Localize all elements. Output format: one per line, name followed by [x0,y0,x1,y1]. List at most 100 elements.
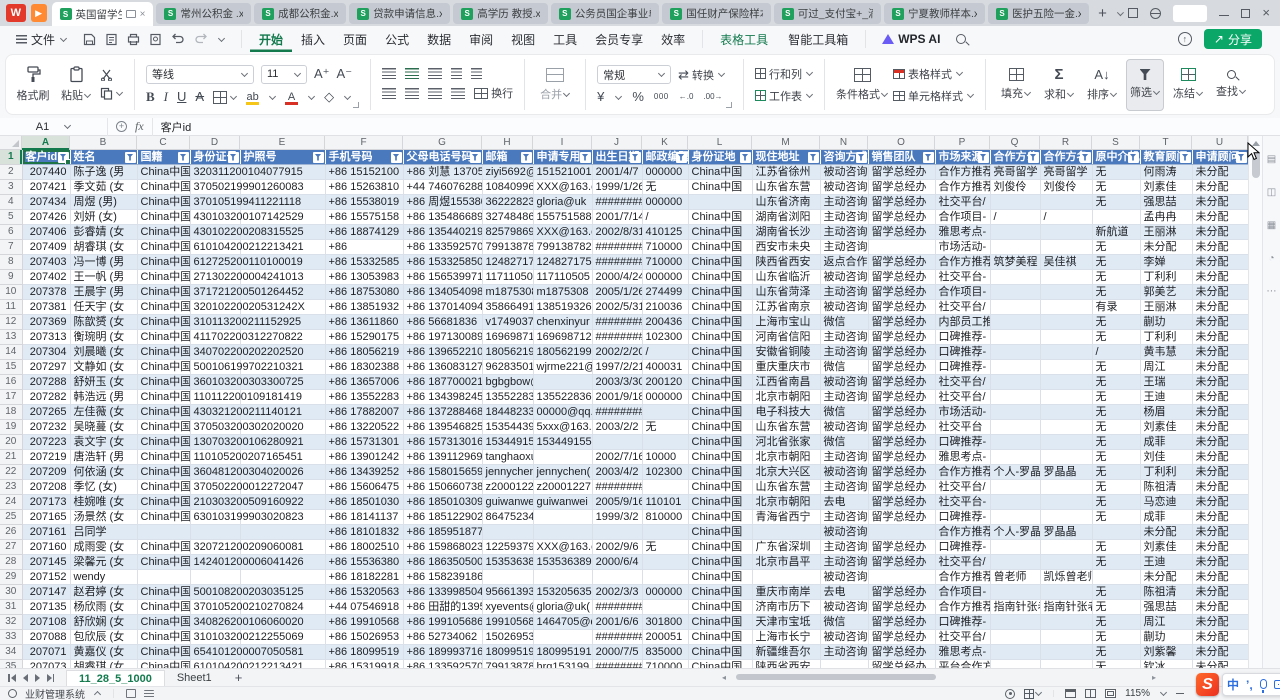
copy-icon[interactable] [100,87,113,100]
cell-B4[interactable]: 周煜 (男) [70,195,137,210]
close-button[interactable]: × [1262,8,1270,18]
cell-N22[interactable]: 被动咨询 [820,465,868,480]
cell-M21[interactable]: 北京市朝阳 [752,450,820,465]
cell-B10[interactable]: 王晨宇 (男 [70,285,137,300]
cell-U5[interactable]: 未分配 [1192,210,1248,225]
cell-C16[interactable]: China中国 [137,375,190,390]
cell-T16[interactable]: 王瑞 [1140,375,1192,390]
cell-S25[interactable]: 无 [1092,510,1140,525]
cell-O30[interactable]: 留学总经办 [868,585,935,600]
cell-U31[interactable]: 未分配 [1192,600,1248,615]
cell-S21[interactable]: 无 [1092,450,1140,465]
new-tab-button[interactable]: + [1094,5,1111,22]
cell-K24[interactable]: 110101 [642,495,688,510]
cell-F14[interactable]: +86 18056219 [325,345,403,360]
cell-Q15[interactable] [990,360,1040,375]
cell-R33[interactable] [1040,630,1092,645]
cell-E29[interactable] [240,570,325,585]
cell-P23[interactable]: 社交平台/ [935,480,990,495]
cell-C12[interactable]: China中国 [137,315,190,330]
status-board-icon[interactable] [126,689,136,698]
hscroll-left-icon[interactable]: ◂ [722,673,726,682]
cell-P19[interactable]: 社交平台 [935,420,990,435]
cell-D24[interactable]: 210303200509160922 [190,495,240,510]
cell-C28[interactable]: China中国 [137,555,190,570]
cell-J4[interactable]: ######## [592,195,642,210]
cell-M1[interactable]: 现住地址 [752,150,820,165]
cell-P7[interactable]: 市场活动- [935,240,990,255]
cell-C22[interactable]: China中国 [137,465,190,480]
cell-K17[interactable]: 000000 [642,390,688,405]
increase-decimal-icon[interactable]: ←.0 [679,90,694,104]
cell-D29[interactable] [190,570,240,585]
cell-B30[interactable]: 赵君婷 (女 [70,585,137,600]
cell-F8[interactable]: +86 15332585 [325,255,403,270]
cell-K31[interactable] [642,600,688,615]
cell-I34[interactable]: 180995191 [533,645,592,660]
row-header-21[interactable]: 21 [0,450,22,465]
file-tab[interactable]: S国任财产保险样本... [662,3,770,24]
cell-M14[interactable]: 安徽省铜陵 [752,345,820,360]
cell-N2[interactable]: 被动咨询 [820,165,868,180]
paste-button[interactable]: 粘贴 [57,59,95,111]
cell-I7[interactable]: 799138782 [533,240,592,255]
cell-N4[interactable]: 主动咨询 [820,195,868,210]
cell-J23[interactable]: ######## [592,480,642,495]
cell-B1[interactable]: 姓名 [70,150,137,165]
cell-A4[interactable]: 207434 [22,195,70,210]
cell-U11[interactable]: 未分配 [1192,300,1248,315]
cell-T17[interactable]: 王迪 [1140,390,1192,405]
cell-A2[interactable]: 207440 [22,165,70,180]
cell-Q26[interactable]: 个人-罗晶 [990,525,1040,540]
cell-C32[interactable]: China中国 [137,615,190,630]
row-header-25[interactable]: 25 [0,510,22,525]
cell-F13[interactable]: +86 15290175 [325,330,403,345]
row-header-30[interactable]: 30 [0,585,22,600]
column-header-T[interactable]: T [1140,136,1192,150]
merge-button[interactable]: 合并 [536,59,574,111]
column-header-M[interactable]: M [752,136,820,150]
clear-format-icon[interactable]: ◇ [324,90,334,104]
cell-I26[interactable] [533,525,592,540]
cell-F26[interactable]: +86 18101832 [325,525,403,540]
cell-Q21[interactable] [990,450,1040,465]
cell-D31[interactable]: 370105200210270824 [190,600,240,615]
column-header-O[interactable]: O [868,136,935,150]
cell-B8[interactable]: 冯一博 (男 [70,255,137,270]
cell-P3[interactable]: 合作方推荐 [935,180,990,195]
cell-G30[interactable]: +86 1339985047 [403,585,482,600]
cell-P18[interactable]: 市场活动- [935,405,990,420]
cell-P28[interactable]: 社交平台/ [935,555,990,570]
cell-S18[interactable]: 无 [1092,405,1140,420]
conditional-format-button[interactable]: 条件格式 [836,59,888,111]
column-header-I[interactable]: I [533,136,592,150]
font-name-select[interactable]: 等线 [146,65,254,84]
cell-D5[interactable]: 430103200107142529 [190,210,240,225]
cell-M2[interactable]: 江苏省徐州 [752,165,820,180]
cell-T33[interactable]: 蒯玏 [1140,630,1192,645]
cell-F22[interactable]: +86 13439252 [325,465,403,480]
row-header-9[interactable]: 9 [0,270,22,285]
cell-P13[interactable]: 口碑推荐- [935,330,990,345]
cell-U22[interactable]: 未分配 [1192,465,1248,480]
selection-mode-icon[interactable] [1024,689,1042,699]
cell-D25[interactable]: 630103199903020823 [190,510,240,525]
cell-H1[interactable]: 邮箱 [482,150,533,165]
cell-C15[interactable]: China中国 [137,360,190,375]
cell-J1[interactable]: 出生日期 [592,150,642,165]
cell-C18[interactable]: China中国 [137,405,190,420]
cell-H12[interactable]: v17490376 [482,315,533,330]
cell-B31[interactable]: 杨欣雨 (女 [70,600,137,615]
cell-R35[interactable] [1040,660,1092,668]
table-style-button[interactable]: 表格样式 [893,66,974,82]
borders-icon[interactable] [213,91,227,104]
cell-Q12[interactable] [990,315,1040,330]
cell-L15[interactable]: China中国 [688,360,752,375]
wps-logo-icon[interactable]: W [6,4,26,22]
zoom-level[interactable]: 115% [1125,688,1150,699]
cell-B6[interactable]: 彭睿婧 (女 [70,225,137,240]
cell-I1[interactable]: 申请专用 [533,150,592,165]
cell-L18[interactable]: China中国 [688,405,752,420]
cell-K3[interactable]: 无 [642,180,688,195]
cell-O32[interactable]: 留学总经办 [868,615,935,630]
